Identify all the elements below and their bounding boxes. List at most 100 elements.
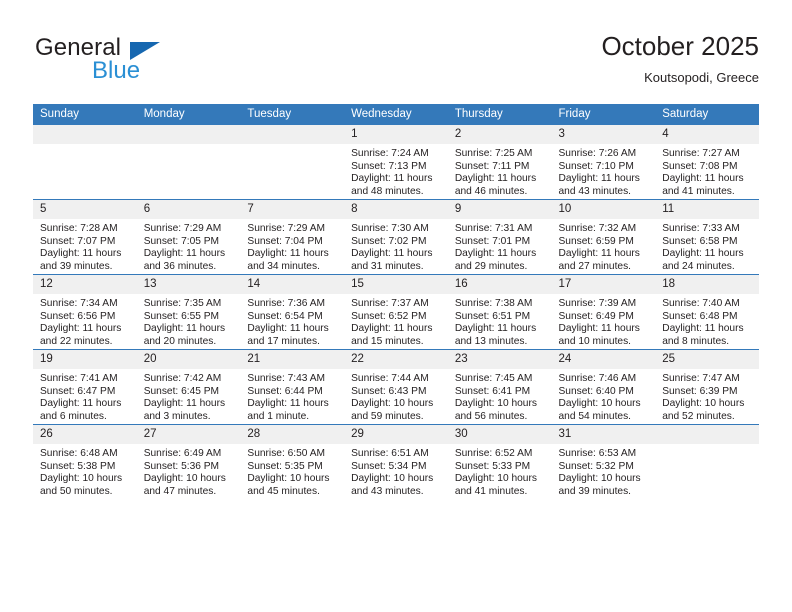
calendar-day-cell[interactable]: 9 Sunrise: 7:31 AM Sunset: 7:01 PM Daylight… [447, 199, 552, 275]
calendar-day-cell[interactable]: 5 Sunrise: 7:28 AM Sunset: 7:07 PM Daylight… [33, 199, 137, 275]
sunset-time: Sunset: 7:13 PM [351, 160, 427, 172]
calendar-day-cell[interactable]: 20 Sunrise: 7:42 AM Sunset: 6:45 PM Dayligh… [136, 349, 241, 425]
calendar-day-cell[interactable]: 18 Sunrise: 7:40 AM Sunset: 6:48 PM Dayligh… [655, 274, 759, 350]
day-number: 13 [136, 275, 241, 294]
day-details: Sunrise: 7:41 AM Sunset: 6:47 PM Daylight:… [33, 369, 137, 423]
title-block: October 2025 Koutsopodi, Greece [601, 30, 759, 88]
sunrise-time: Sunrise: 7:36 AM [247, 298, 325, 309]
day-number [136, 125, 241, 144]
calendar-day-cell[interactable]: 12 Sunrise: 7:34 AM Sunset: 6:56 PM Dayligh… [33, 274, 137, 350]
day-details: Sunrise: 7:39 AM Sunset: 6:49 PM Daylight:… [552, 294, 656, 348]
weekday-header-tuesday: Tuesday [240, 104, 345, 125]
calendar-day-cell[interactable]: 4 Sunrise: 7:27 AM Sunset: 7:08 PM Daylight… [655, 125, 759, 200]
calendar-day-cell[interactable]: 19 Sunrise: 7:41 AM Sunset: 6:47 PM Dayligh… [33, 349, 137, 425]
day-number: 30 [447, 425, 552, 444]
day-number: 11 [655, 200, 759, 219]
day-number: 5 [33, 200, 137, 219]
day-details: Sunrise: 7:37 AM Sunset: 6:52 PM Daylight:… [344, 294, 448, 348]
calendar-day-cell[interactable]: 3 Sunrise: 7:26 AM Sunset: 7:10 PM Daylight… [551, 125, 656, 200]
day-details: Sunrise: 6:51 AM Sunset: 5:34 PM Daylight:… [344, 444, 448, 498]
calendar-day-cell[interactable]: 21 Sunrise: 7:43 AM Sunset: 6:44 PM Dayligh… [240, 349, 345, 425]
day-number: 23 [447, 350, 552, 369]
day-details: Sunrise: 7:30 AM Sunset: 7:02 PM Daylight:… [344, 219, 448, 273]
daylight-duration-line1: Daylight: 11 hours [40, 323, 122, 335]
daylight-duration-line1: Daylight: 10 hours [143, 473, 226, 485]
sunrise-time: Sunrise: 6:53 AM [558, 448, 637, 459]
calendar-day-cell[interactable]: 31 Sunrise: 6:53 AM Sunset: 5:32 PM Dayligh… [551, 424, 656, 499]
day-number: 14 [240, 275, 345, 294]
calendar-day-cell[interactable]: 10 Sunrise: 7:32 AM Sunset: 6:59 PM Dayligh… [551, 199, 656, 275]
daylight-duration-line1: Daylight: 11 hours [662, 173, 744, 185]
daylight-duration-line1: Daylight: 11 hours [247, 248, 329, 260]
daylight-duration-line2: and 15 minutes. [351, 335, 424, 347]
calendar-day-cell-empty [136, 125, 241, 200]
calendar-day-cell[interactable]: 6 Sunrise: 7:29 AM Sunset: 7:05 PM Daylight… [136, 199, 241, 275]
day-details: Sunrise: 7:42 AM Sunset: 6:45 PM Daylight:… [137, 369, 241, 423]
calendar-day-cell[interactable]: 2 Sunrise: 7:25 AM Sunset: 7:11 PM Daylight… [447, 125, 552, 200]
calendar-day-cell-empty [655, 424, 759, 499]
calendar-day-cell[interactable]: 1 Sunrise: 7:24 AM Sunset: 7:13 PM Daylight… [344, 125, 448, 200]
daylight-duration-line2: and 43 minutes. [351, 485, 424, 497]
day-details: Sunrise: 7:40 AM Sunset: 6:48 PM Daylight:… [655, 294, 759, 348]
calendar-day-cell[interactable]: 26 Sunrise: 6:48 AM Sunset: 5:38 PM Dayligh… [33, 424, 137, 499]
brand-name-blue: Blue [92, 57, 141, 84]
weekday-header-sunday: Sunday [33, 104, 137, 125]
day-number: 18 [655, 275, 759, 294]
day-number: 8 [344, 200, 448, 219]
brand-logo: General Blue [35, 34, 255, 92]
sunrise-time: Sunrise: 7:25 AM [454, 148, 533, 159]
daylight-duration-line1: Daylight: 11 hours [247, 323, 329, 335]
day-details: Sunrise: 7:24 AM Sunset: 7:13 PM Daylight:… [344, 144, 448, 198]
sunrise-time: Sunrise: 7:33 AM [662, 223, 740, 234]
daylight-duration-line2: and 29 minutes. [454, 260, 528, 272]
calendar-day-cell[interactable]: 23 Sunrise: 7:45 AM Sunset: 6:41 PM Dayligh… [447, 349, 552, 425]
daylight-duration-line2: and 1 minute. [247, 410, 310, 422]
calendar-day-cell[interactable]: 24 Sunrise: 7:46 AM Sunset: 6:40 PM Dayligh… [551, 349, 656, 425]
daylight-duration-line1: Daylight: 11 hours [558, 173, 640, 185]
calendar-day-cell[interactable]: 8 Sunrise: 7:30 AM Sunset: 7:02 PM Daylight… [344, 199, 448, 275]
calendar-day-cell[interactable]: 25 Sunrise: 7:47 AM Sunset: 6:39 PM Dayligh… [655, 349, 759, 425]
calendar-day-cell[interactable]: 13 Sunrise: 7:35 AM Sunset: 6:55 PM Dayligh… [136, 274, 241, 350]
sunrise-time: Sunrise: 6:51 AM [351, 448, 429, 459]
calendar-day-cell[interactable]: 7 Sunrise: 7:29 AM Sunset: 7:04 PM Daylight… [240, 199, 345, 275]
calendar-day-cell[interactable]: 28 Sunrise: 6:50 AM Sunset: 5:35 PM Dayligh… [240, 424, 345, 499]
sunset-time: Sunset: 7:04 PM [247, 235, 323, 247]
day-details: Sunrise: 7:28 AM Sunset: 7:07 PM Daylight:… [33, 219, 137, 273]
sunrise-time: Sunrise: 7:47 AM [662, 373, 740, 384]
sunset-time: Sunset: 6:47 PM [40, 385, 116, 397]
calendar-week-row: 26 Sunrise: 6:48 AM Sunset: 5:38 PM Dayligh… [33, 424, 759, 499]
daylight-duration-line1: Daylight: 11 hours [247, 398, 329, 410]
day-number: 29 [344, 425, 448, 444]
daylight-duration-line2: and 43 minutes. [558, 185, 632, 197]
day-number: 6 [136, 200, 241, 219]
sunrise-time: Sunrise: 7:41 AM [40, 373, 118, 384]
sunrise-time: Sunrise: 7:39 AM [558, 298, 637, 309]
daylight-duration-line2: and 47 minutes. [143, 485, 217, 497]
sunrise-time: Sunrise: 6:48 AM [40, 448, 118, 459]
daylight-duration-line1: Daylight: 11 hours [454, 248, 537, 260]
daylight-duration-line2: and 31 minutes. [351, 260, 424, 272]
day-number: 2 [447, 125, 552, 144]
calendar-day-cell[interactable]: 27 Sunrise: 6:49 AM Sunset: 5:36 PM Dayligh… [136, 424, 241, 499]
daylight-duration-line1: Daylight: 11 hours [454, 323, 537, 335]
calendar-day-cell[interactable]: 15 Sunrise: 7:37 AM Sunset: 6:52 PM Dayligh… [344, 274, 448, 350]
daylight-duration-line1: Daylight: 11 hours [143, 248, 226, 260]
sunset-time: Sunset: 5:35 PM [247, 460, 323, 472]
sunset-time: Sunset: 7:07 PM [40, 235, 116, 247]
calendar-day-cell[interactable]: 17 Sunrise: 7:39 AM Sunset: 6:49 PM Dayligh… [551, 274, 656, 350]
calendar-day-cell[interactable]: 22 Sunrise: 7:44 AM Sunset: 6:43 PM Dayligh… [344, 349, 448, 425]
calendar-day-cell[interactable]: 11 Sunrise: 7:33 AM Sunset: 6:58 PM Dayligh… [655, 199, 759, 275]
daylight-duration-line1: Daylight: 11 hours [351, 248, 433, 260]
day-number: 27 [136, 425, 241, 444]
calendar-day-cell[interactable]: 30 Sunrise: 6:52 AM Sunset: 5:33 PM Dayligh… [447, 424, 552, 499]
sunrise-time: Sunrise: 7:31 AM [454, 223, 533, 234]
sunset-time: Sunset: 6:56 PM [40, 310, 116, 322]
calendar-day-cell[interactable]: 14 Sunrise: 7:36 AM Sunset: 6:54 PM Dayligh… [240, 274, 345, 350]
calendar-day-cell[interactable]: 16 Sunrise: 7:38 AM Sunset: 6:51 PM Dayligh… [447, 274, 552, 350]
daylight-duration-line2: and 27 minutes. [558, 260, 632, 272]
sunrise-time: Sunrise: 7:46 AM [558, 373, 637, 384]
daylight-duration-line2: and 52 minutes. [662, 410, 735, 422]
calendar-day-cell[interactable]: 29 Sunrise: 6:51 AM Sunset: 5:34 PM Dayligh… [344, 424, 448, 499]
sunrise-time: Sunrise: 7:29 AM [143, 223, 222, 234]
daylight-duration-line1: Daylight: 11 hours [351, 173, 433, 185]
